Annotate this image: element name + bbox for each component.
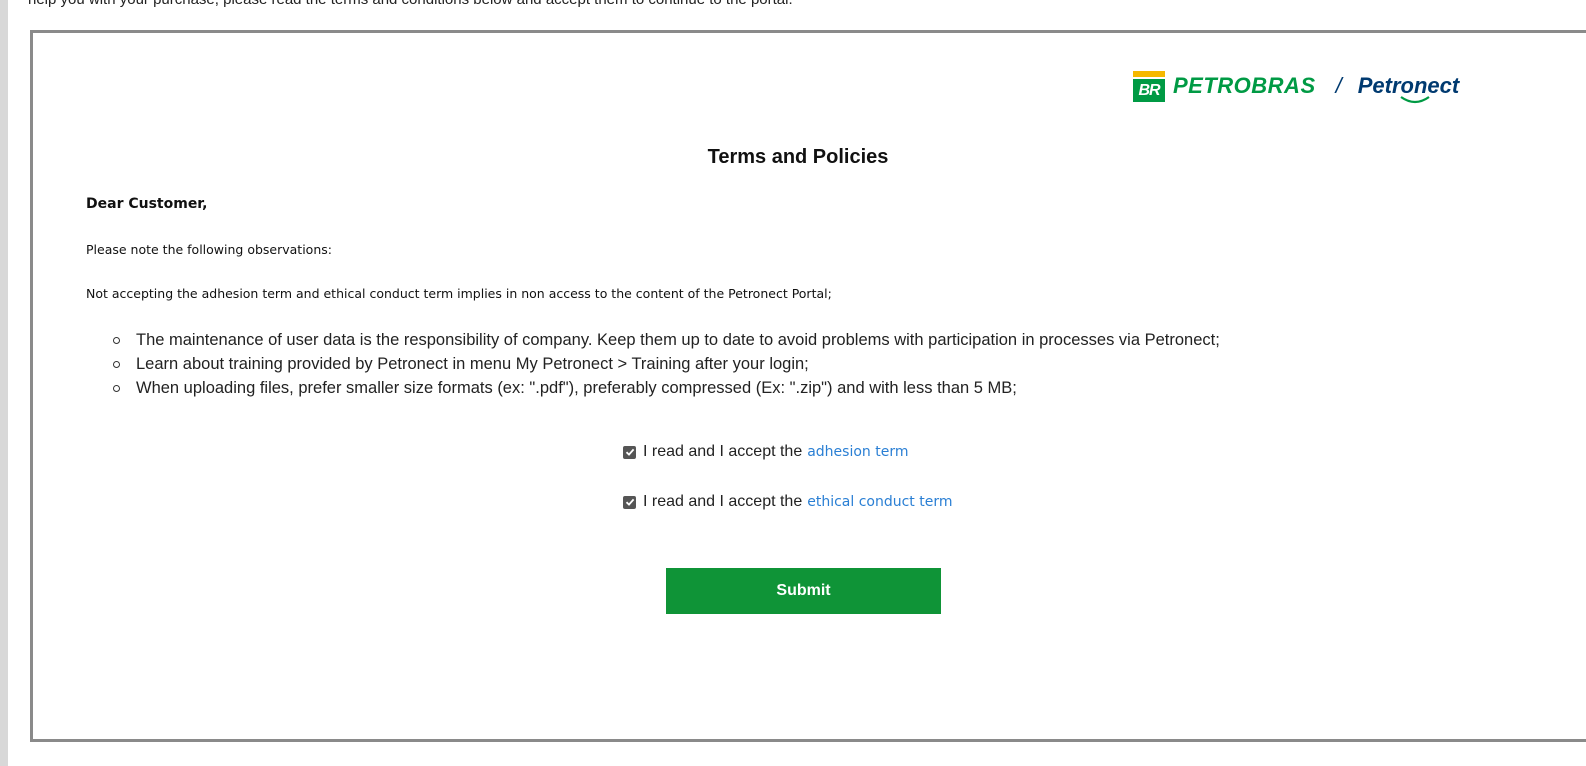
petrobras-wordmark: PETROBRAS	[1173, 73, 1316, 98]
ethical-conduct-term-link[interactable]: ethical conduct term	[807, 494, 952, 510]
adhesion-term-checkbox[interactable]	[623, 445, 636, 459]
br-badge-yellow-bar	[1133, 70, 1165, 77]
checkmark-icon	[625, 498, 634, 506]
warning-text: Not accepting the adhesion term and ethi…	[86, 286, 832, 301]
petronect-wordmark: Petronect	[1358, 73, 1459, 104]
top-strip-text: help you with your purchase, please read…	[28, 0, 793, 8]
ethical-conduct-term-label: I read and I accept the	[643, 493, 803, 510]
list-item: Learn about training provided by Petrone…	[111, 352, 1220, 376]
bullet-circle-icon	[113, 337, 120, 344]
list-item: The maintenance of user data is the resp…	[111, 328, 1220, 352]
terms-panel: BR PETROBRAS / Petronect Terms and Polic…	[30, 30, 1586, 742]
top-strip: help you with your purchase, please read…	[8, 0, 1586, 16]
list-item-text: When uploading files, prefer smaller siz…	[136, 379, 1017, 397]
br-badge-text: BR	[1133, 78, 1165, 102]
greeting: Dear Customer,	[86, 196, 208, 212]
bullet-circle-icon	[113, 385, 120, 392]
observations-list: The maintenance of user data is the resp…	[111, 328, 1220, 400]
petrobras-petronect-logo: BR PETROBRAS / Petronect	[1133, 69, 1459, 104]
adhesion-term-row: I read and I accept the adhesion term	[623, 443, 909, 461]
petronect-swoosh-icon	[1400, 96, 1430, 104]
checkmark-icon	[625, 448, 634, 456]
list-item: When uploading files, prefer smaller siz…	[111, 376, 1220, 400]
br-badge-icon: BR	[1133, 70, 1165, 102]
submit-button[interactable]: Submit	[666, 568, 941, 614]
adhesion-term-label: I read and I accept the	[643, 443, 803, 460]
bullet-circle-icon	[113, 361, 120, 368]
ethical-conduct-term-row: I read and I accept the ethical conduct …	[623, 493, 952, 511]
page-title: Terms and Policies	[707, 146, 889, 168]
list-item-text: The maintenance of user data is the resp…	[136, 331, 1220, 349]
adhesion-term-link[interactable]: adhesion term	[807, 444, 908, 460]
logo-separator: /	[1335, 73, 1342, 98]
ethical-conduct-term-checkbox[interactable]	[623, 495, 636, 509]
intro-text: Please note the following observations:	[86, 242, 332, 257]
list-item-text: Learn about training provided by Petrone…	[136, 355, 809, 373]
